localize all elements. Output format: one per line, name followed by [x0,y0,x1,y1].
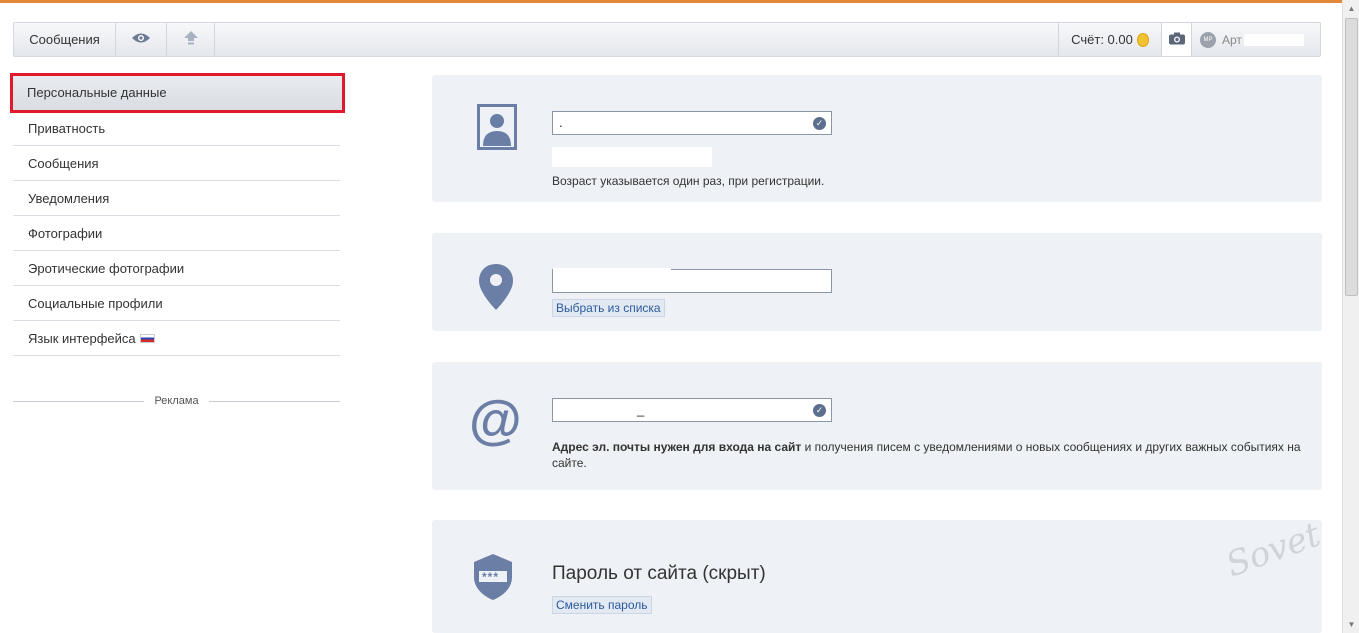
user-portrait-icon [477,104,517,155]
user-name-redaction [1243,33,1304,46]
password-title: Пароль от сайта (скрыт) [552,563,766,584]
ad-label: Реклама [154,395,199,407]
sidebar-item-label: Приватность [28,120,106,136]
user-name: Арт [1222,32,1242,47]
divider [13,400,145,402]
vertical-scrollbar[interactable]: ▲ ▼ [1342,0,1359,633]
shield-password-icon: *** [471,553,515,606]
location-card: Выбрать из списка [432,233,1322,331]
settings-sidebar: Персональные данные Приватность Сообщени… [10,73,345,356]
email-input[interactable]: _ ✓ [552,398,832,422]
sidebar-item-label: Сообщения [28,155,99,171]
sidebar-item-label: Социальные профили [28,295,163,311]
sidebar-item-photos[interactable]: Фотографии [13,216,340,251]
sidebar-item-label: Язык интерфейса [28,330,136,346]
sidebar-item-privacy[interactable]: Приватность [13,111,340,146]
profile-card: . ✓ Возраст указывается один раз, при ре… [432,75,1322,202]
camera-button[interactable] [1162,23,1192,56]
messages-button[interactable]: Сообщения [14,23,116,56]
top-toolbar: Сообщения Счёт: 0.00 MP Арт [13,22,1321,57]
sidebar-item-notifications[interactable]: Уведомления [13,181,340,216]
sidebar-item-interface-language[interactable]: Язык интерфейса [13,321,340,356]
email-hint-bold: Адрес эл. почты нужен для входа на сайт [552,440,802,454]
city-input[interactable] [552,268,832,293]
coin-icon [1136,32,1149,47]
location-pin-icon [478,263,514,316]
birthdate-redaction [552,147,712,167]
choose-from-list-button[interactable]: Выбрать из списка [552,299,665,317]
password-card: *** Пароль от сайта (скрыт) Сменить паро… [432,520,1322,633]
score-label: Счёт: 0.00 [1071,32,1133,47]
sidebar-item-erotic-photos[interactable]: Эротические фотографии [13,251,340,286]
sidebar-item-label: Уведомления [28,190,110,206]
user-badge: MP [1203,36,1213,43]
guests-button[interactable] [116,23,167,56]
scroll-up-arrow-icon[interactable]: ▲ [1343,0,1359,17]
sidebar-item-label: Персональные данные [27,85,167,100]
sidebar-item-messages[interactable]: Сообщения [13,146,340,181]
camera-icon [1168,32,1185,48]
ad-separator: Реклама [13,394,340,408]
name-input[interactable]: . ✓ [552,111,832,135]
city-redaction [553,268,671,278]
messages-button-label: Сообщения [29,32,100,47]
sidebar-item-social-profiles[interactable]: Социальные профили [13,286,340,321]
email-card: @ _ ✓ Адрес эл. почты нужен для входа на… [432,362,1322,490]
name-input-value: . [559,115,563,130]
change-password-button[interactable]: Сменить пароль [552,596,652,614]
sidebar-item-label: Эротические фотографии [28,260,185,276]
eye-icon [131,32,151,47]
divider [208,400,340,402]
gear-icon: MP [1200,31,1216,48]
arrow-up-icon [183,30,199,49]
promote-button[interactable] [167,23,215,56]
score-button[interactable]: Счёт: 0.00 [1058,23,1162,56]
check-icon: ✓ [813,404,826,417]
age-hint: Возраст указывается один раз, при регист… [552,174,825,188]
password-icon-text: *** [482,570,500,584]
user-menu[interactable]: MP Арт [1192,23,1320,56]
scroll-down-arrow-icon[interactable]: ▼ [1343,616,1359,633]
email-input-value: _ [637,402,645,417]
check-icon: ✓ [813,117,826,130]
sidebar-item-personal-data[interactable]: Персональные данные [10,73,345,113]
russian-flag-icon [139,333,155,343]
at-sign-icon: @ [469,390,522,450]
scrollbar-thumb[interactable] [1345,18,1358,296]
top-accent-strip [0,0,1342,3]
email-hint: Адрес эл. почты нужен для входа на сайт … [552,439,1312,471]
sidebar-item-label: Фотографии [28,225,103,241]
